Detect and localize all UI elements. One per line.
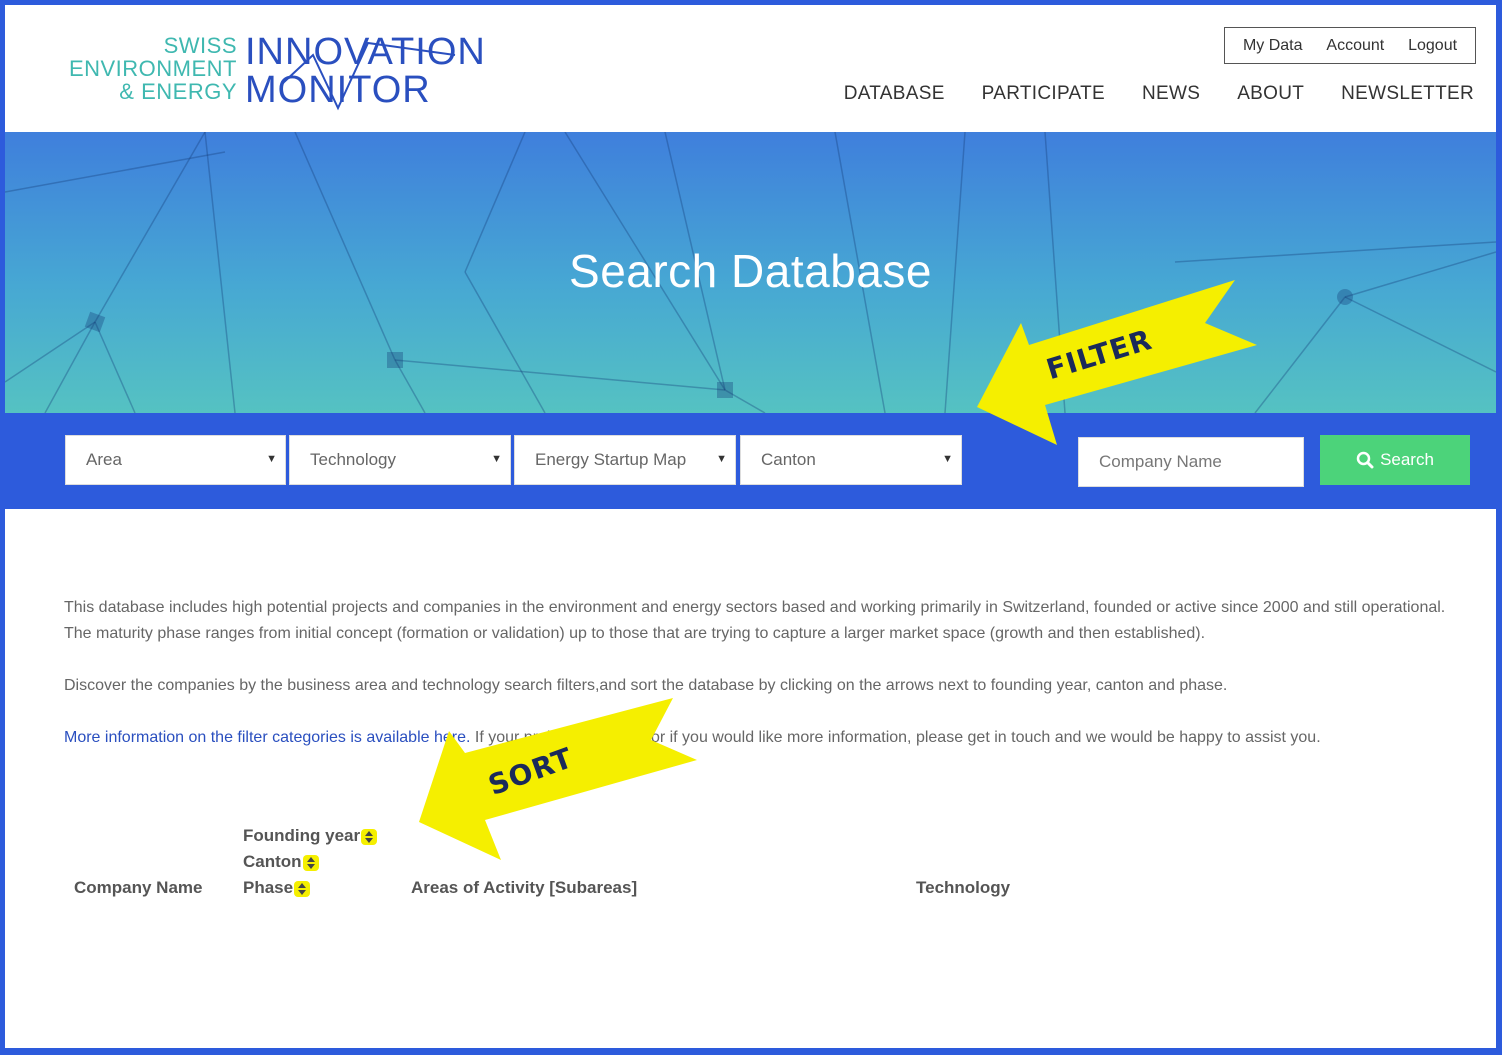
chevron-down-icon: ▼ [716, 453, 727, 465]
logo-environment: ENVIRONMENT [68, 56, 237, 81]
page-title: Search Database [569, 245, 932, 297]
intro-paragraph-1: This database includes high potential pr… [64, 599, 1446, 642]
search-button[interactable]: Search [1320, 435, 1470, 485]
results-table-header: Company Name Founding year Canton Phase … [5, 823, 1496, 913]
chevron-down-icon: ▼ [491, 453, 502, 465]
nav-news[interactable]: NEWS [1142, 83, 1200, 105]
intro-paragraph-3-rest: If your project is missing or if you wou… [470, 729, 1321, 746]
col-phase-label: Phase [243, 878, 294, 897]
nav-database[interactable]: DATABASE [844, 83, 945, 105]
technology-select-value: Technology [310, 450, 397, 469]
sort-phase-icon[interactable] [294, 880, 311, 897]
startup-map-select-value: Energy Startup Map [535, 450, 687, 469]
technology-select[interactable]: Technology ▼ [289, 435, 511, 485]
intro-paragraph-2: Discover the companies by the business a… [64, 677, 1228, 694]
filter-info-link[interactable]: More information on the filter categorie… [64, 729, 470, 746]
nav-participate[interactable]: PARTICIPATE [982, 83, 1105, 105]
sort-canton-icon[interactable] [302, 854, 319, 871]
col-canton: Canton [243, 852, 319, 872]
main-nav: DATABASE PARTICIPATE NEWS ABOUT NEWSLETT… [844, 83, 1474, 105]
nav-about[interactable]: ABOUT [1237, 83, 1304, 105]
intro-paragraph-3: More information on the filter categorie… [64, 725, 1464, 751]
filter-bar: Area ▼ Technology ▼ Energy Startup Map ▼… [5, 413, 1496, 509]
chevron-down-icon: ▼ [942, 453, 953, 465]
hero-banner: Search Database [5, 132, 1496, 413]
logout-link[interactable]: Logout [1408, 37, 1457, 55]
site-header: SWISS ENVIRONMENT & ENERGY INNOVATION MO… [5, 5, 1496, 132]
logo-swiss: SWISS [163, 33, 237, 58]
col-company-name: Company Name [74, 878, 203, 897]
startup-map-select[interactable]: Energy Startup Map ▼ [514, 435, 736, 485]
col-phase: Phase [243, 878, 311, 898]
col-areas-of-activity: Areas of Activity [Subareas] [411, 878, 638, 897]
chevron-down-icon: ▼ [266, 453, 277, 465]
nav-newsletter[interactable]: NEWSLETTER [1341, 83, 1474, 105]
sort-founding-year-icon[interactable] [361, 828, 378, 845]
site-logo[interactable]: SWISS ENVIRONMENT & ENERGY INNOVATION MO… [63, 33, 485, 113]
canton-select[interactable]: Canton ▼ [740, 435, 962, 485]
area-select-value: Area [86, 450, 122, 469]
col-founding-year: Founding year [243, 826, 378, 846]
intro-text: This database includes high potential pr… [64, 595, 1464, 777]
account-links: My Data Account Logout [1224, 27, 1476, 64]
my-data-link[interactable]: My Data [1243, 37, 1303, 55]
page-frame: SWISS ENVIRONMENT & ENERGY INNOVATION MO… [5, 5, 1496, 1048]
area-select[interactable]: Area ▼ [65, 435, 286, 485]
col-canton-label: Canton [243, 852, 302, 871]
logo-energy: & ENERGY [119, 79, 237, 104]
col-technology: Technology [916, 878, 1011, 897]
account-link[interactable]: Account [1326, 37, 1384, 55]
company-name-input[interactable] [1078, 437, 1304, 487]
col-founding-year-label: Founding year [243, 826, 361, 845]
canton-select-value: Canton [761, 450, 816, 469]
logo-swoosh-icon [282, 41, 456, 111]
search-icon [1356, 451, 1374, 469]
search-button-label: Search [1380, 450, 1434, 469]
